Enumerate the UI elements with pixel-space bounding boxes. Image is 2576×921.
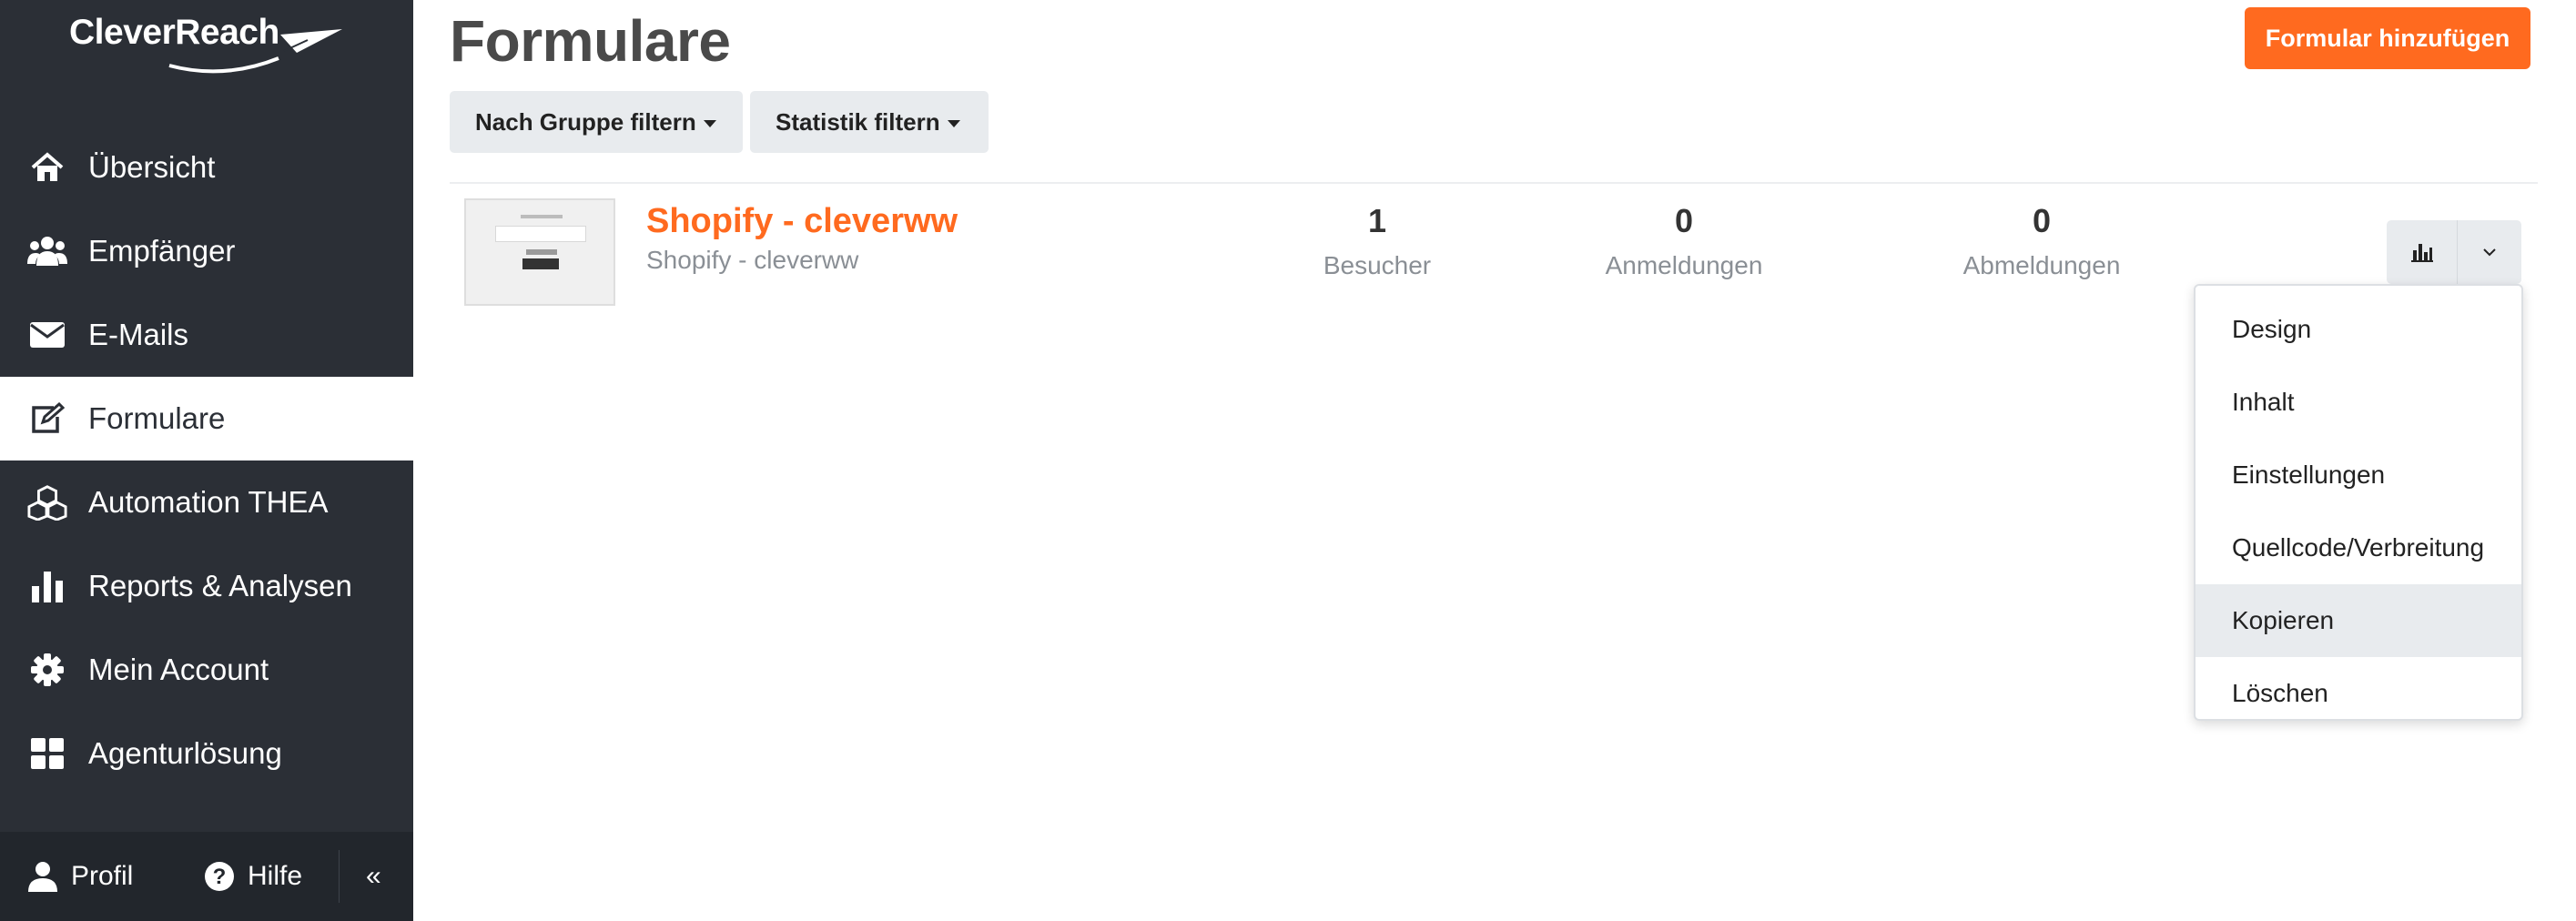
form-actions-group	[2387, 220, 2521, 284]
logo-swoosh-icon	[168, 29, 342, 74]
double-chevron-left-icon: «	[366, 861, 381, 891]
home-icon	[27, 149, 67, 186]
sidebar-nav: Übersicht Empfänger E-Mails Formulare Au…	[0, 126, 413, 795]
sidebar-item-label: Übersicht	[88, 150, 216, 184]
menu-item-einstellungen[interactable]: Einstellungen	[2196, 439, 2521, 511]
form-thumbnail[interactable]	[464, 198, 615, 306]
thumb-text-line	[526, 249, 557, 255]
sidebar-footer: Profil ? Hilfe «	[0, 832, 413, 921]
sidebar-item-label: Empfänger	[88, 234, 236, 268]
sidebar-item-label: Automation THEA	[88, 485, 329, 519]
stat-value: 1	[1367, 202, 1387, 239]
thumb-title-line	[521, 215, 563, 218]
stat-unsubscribes: 0 Abmeldungen	[1939, 202, 2145, 280]
page-title: Formulare	[450, 8, 731, 74]
menu-item-loeschen[interactable]: Löschen	[2196, 657, 2521, 730]
form-name-link[interactable]: Shopify - cleverww	[646, 202, 958, 241]
sidebar-item-emails[interactable]: E-Mails	[0, 293, 413, 377]
edit-form-icon	[27, 400, 67, 437]
bar-chart-icon	[2410, 244, 2433, 262]
menu-item-kopieren[interactable]: Kopieren	[2196, 584, 2521, 657]
caret-down-icon	[947, 120, 960, 127]
grid-icon	[27, 735, 67, 772]
stat-signups: 0 Anmeldungen	[1584, 202, 1784, 280]
thumb-button	[522, 258, 559, 269]
cleverreach-logo[interactable]: CleverReach	[69, 13, 342, 76]
menu-item-design[interactable]: Design	[2196, 293, 2521, 366]
sidebar-item-label: Mein Account	[88, 653, 269, 686]
sidebar-item-agentur[interactable]: Agenturlösung	[0, 712, 413, 795]
sidebar-item-formulare[interactable]: Formulare	[0, 377, 413, 460]
users-icon	[27, 233, 67, 269]
group-filter-label: Nach Gruppe filtern	[475, 107, 696, 136]
form-subtitle: Shopify - cleverww	[646, 246, 859, 274]
stats-filter-button[interactable]: Statistik filtern	[750, 91, 989, 153]
help-label: Hilfe	[248, 861, 303, 891]
actions-dropdown-toggle[interactable]	[2458, 220, 2521, 284]
gear-icon	[27, 652, 67, 688]
add-form-button[interactable]: Formular hinzufügen	[2245, 7, 2530, 69]
caret-down-icon	[703, 120, 716, 127]
profile-label: Profil	[71, 861, 134, 891]
stat-value: 0	[1674, 202, 1694, 239]
collapse-sidebar-button[interactable]: «	[366, 832, 381, 921]
help-button[interactable]: ? Hilfe	[204, 832, 302, 921]
menu-item-inhalt[interactable]: Inhalt	[2196, 366, 2521, 439]
sidebar-item-reports[interactable]: Reports & Analysen	[0, 544, 413, 628]
sidebar-item-label: Agenturlösung	[88, 736, 282, 770]
app-root: CleverReach Übersicht Empfänger E-Mails …	[0, 0, 2576, 921]
list-divider	[450, 182, 2538, 184]
stats-filter-label: Statistik filtern	[776, 107, 940, 136]
footer-divider	[339, 850, 340, 903]
menu-item-quellcode[interactable]: Quellcode/Verbreitung	[2196, 511, 2521, 584]
sidebar-item-uebersicht[interactable]: Übersicht	[0, 126, 413, 209]
stat-label: Besucher	[1323, 251, 1432, 279]
cubes-icon	[27, 484, 67, 521]
actions-dropdown-menu: Design Inhalt Einstellungen Quellcode/Ve…	[2194, 284, 2523, 721]
envelope-icon	[27, 317, 67, 353]
sidebar-item-automation[interactable]: Automation THEA	[0, 460, 413, 544]
stat-label: Abmeldungen	[1962, 251, 2121, 279]
help-circle-icon: ?	[205, 862, 234, 891]
statistics-button[interactable]	[2387, 220, 2458, 284]
sidebar-item-account[interactable]: Mein Account	[0, 628, 413, 712]
bar-chart-icon	[27, 568, 67, 604]
sidebar-item-label: Reports & Analysen	[88, 569, 352, 602]
thumb-input	[495, 226, 586, 242]
profile-button[interactable]: Profil	[27, 832, 133, 921]
sidebar-item-label: Formulare	[88, 401, 226, 435]
group-filter-button[interactable]: Nach Gruppe filtern	[450, 91, 743, 153]
svg-text:?: ?	[213, 865, 227, 889]
sidebar: CleverReach Übersicht Empfänger E-Mails …	[0, 0, 413, 921]
user-icon	[28, 862, 57, 892]
chevron-down-icon	[2483, 248, 2496, 257]
stat-value: 0	[2032, 202, 2052, 239]
sidebar-item-label: E-Mails	[88, 318, 189, 351]
stat-visitors: 1 Besucher	[1293, 202, 1462, 280]
stat-label: Anmeldungen	[1605, 251, 1763, 279]
sidebar-item-empfaenger[interactable]: Empfänger	[0, 209, 413, 293]
